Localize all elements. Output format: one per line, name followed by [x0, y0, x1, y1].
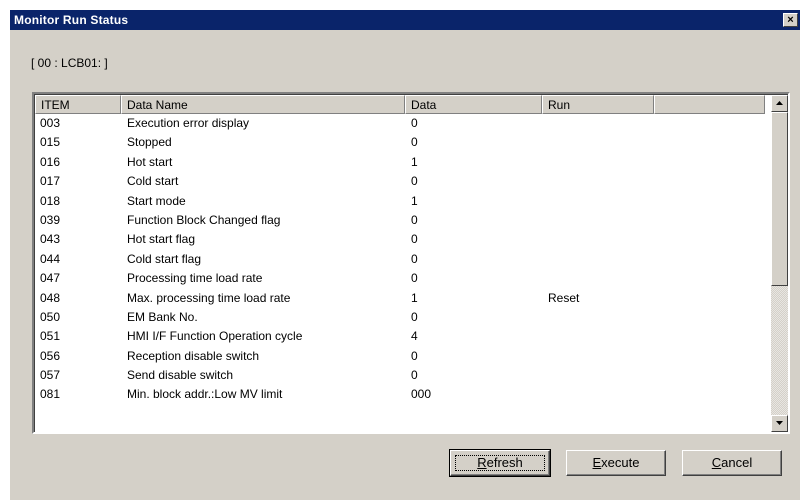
data-cell: 4: [411, 329, 418, 344]
item-cell: 081: [40, 387, 61, 402]
close-icon: ×: [787, 14, 794, 26]
data-name-cell: EM Bank No.: [127, 309, 198, 324]
list-rows: 003 Execution error display 0 015 Stopped 0 01…: [35, 114, 765, 405]
data-name-cell: Cold start flag: [127, 251, 202, 266]
list-item[interactable]: 057 Send disable switch 0: [35, 366, 765, 385]
item-cell: 016: [40, 154, 61, 169]
arrow-down-icon: [776, 421, 783, 425]
list-header: ITEM Data Name Data Run: [35, 95, 765, 114]
vertical-scrollbar[interactable]: [771, 95, 788, 432]
list-item[interactable]: 003 Execution error display 0: [35, 114, 765, 133]
cancel-mnemonic: C: [711, 455, 722, 470]
list-item[interactable]: 047 Processing time load rate 0: [35, 269, 765, 288]
list-item[interactable]: 044 Cold start flag 0: [35, 250, 765, 269]
data-cell: 000: [411, 387, 432, 402]
item-cell: 015: [40, 135, 61, 150]
data-cell: 1: [411, 154, 418, 169]
column-header-run[interactable]: Run: [542, 95, 654, 114]
list-item[interactable]: 017 Cold start 0: [35, 172, 765, 191]
data-name-cell: Max. processing time load rate: [127, 290, 291, 305]
run-cell: Reset: [548, 290, 580, 305]
cancel-label: ancel: [721, 455, 753, 470]
data-name-cell: Hot start flag: [127, 232, 196, 247]
scroll-thumb[interactable]: [771, 112, 788, 286]
list-item[interactable]: 015 Stopped 0: [35, 133, 765, 152]
scroll-up-button[interactable]: [771, 95, 788, 112]
arrow-up-icon: [776, 101, 783, 105]
data-name-cell: Processing time load rate: [127, 271, 263, 286]
data-cell: 0: [411, 309, 418, 324]
list-item[interactable]: 018 Start mode 1: [35, 192, 765, 211]
item-cell: 047: [40, 271, 61, 286]
column-header-data-name[interactable]: Data Name: [121, 95, 405, 114]
item-cell: 018: [40, 193, 61, 208]
data-name-cell: Min. block addr.:Low MV limit: [127, 387, 283, 402]
item-cell: 044: [40, 251, 61, 266]
data-cell: 1: [411, 290, 418, 305]
list-item[interactable]: 051 HMI I/F Function Operation cycle 4: [35, 327, 765, 346]
data-name-cell: Send disable switch: [127, 368, 234, 383]
list-item[interactable]: 081 Min. block addr.:Low MV limit 000: [35, 385, 765, 404]
list-item[interactable]: 043 Hot start flag 0: [35, 230, 765, 249]
list-item[interactable]: 039 Function Block Changed flag 0: [35, 211, 765, 230]
data-cell: 0: [411, 271, 418, 286]
item-cell: 039: [40, 212, 61, 227]
execute-label: xecute: [601, 455, 640, 470]
item-cell: 056: [40, 348, 61, 363]
data-cell: 0: [411, 116, 418, 130]
item-cell: 048: [40, 290, 61, 305]
item-cell: 057: [40, 368, 61, 383]
data-name-cell: Function Block Changed flag: [127, 212, 281, 227]
scroll-down-button[interactable]: [771, 415, 788, 432]
title-bar[interactable]: Monitor Run Status ×: [10, 10, 800, 30]
column-header-blank[interactable]: [654, 95, 765, 114]
data-name-cell: HMI I/F Function Operation cycle: [127, 329, 303, 344]
item-cell: 043: [40, 232, 61, 247]
data-cell: 0: [411, 251, 418, 266]
item-cell: 003: [40, 116, 61, 130]
data-cell: 1: [411, 193, 418, 208]
item-cell: 017: [40, 174, 61, 189]
cancel-button[interactable]: Cancel: [682, 450, 782, 476]
data-name-cell: Stopped: [127, 135, 172, 150]
execute-button[interactable]: Execute: [566, 450, 666, 476]
column-header-data[interactable]: Data: [405, 95, 542, 114]
block-path-label: [ 00 : LCB01: ]: [31, 56, 108, 70]
data-name-cell: Cold start: [127, 174, 179, 189]
refresh-button[interactable]: Refresh: [449, 449, 551, 477]
window-title: Monitor Run Status: [14, 13, 129, 27]
item-cell: 050: [40, 309, 61, 324]
data-cell: 0: [411, 212, 418, 227]
data-cell: 0: [411, 348, 418, 363]
data-name-cell: Hot start: [127, 154, 173, 169]
list-item[interactable]: 056 Reception disable switch 0: [35, 347, 765, 366]
monitor-run-status-dialog: Monitor Run Status × [ 00 : LCB01: ] ITE…: [10, 10, 800, 500]
refresh-label: efresh: [486, 455, 523, 470]
list-item[interactable]: 050 EM Bank No. 0: [35, 308, 765, 327]
data-name-cell: Start mode: [127, 193, 186, 208]
data-cell: 0: [411, 368, 418, 383]
data-name-cell: Execution error display: [127, 116, 250, 130]
data-cell: 0: [411, 135, 418, 150]
close-button[interactable]: ×: [783, 13, 798, 27]
execute-mnemonic: E: [592, 455, 602, 470]
data-name-cell: Reception disable switch: [127, 348, 260, 363]
data-cell: 0: [411, 232, 418, 247]
run-status-list: ITEM Data Name Data Run 003 Execution err…: [32, 92, 790, 434]
list-item[interactable]: 048 Max. processing time load rate 1 Reset: [35, 289, 765, 308]
column-header-item[interactable]: ITEM: [35, 95, 121, 114]
refresh-mnemonic: R: [477, 455, 487, 470]
data-cell: 0: [411, 174, 418, 189]
list-item[interactable]: 016 Hot start 1: [35, 153, 765, 172]
item-cell: 051: [40, 329, 61, 344]
